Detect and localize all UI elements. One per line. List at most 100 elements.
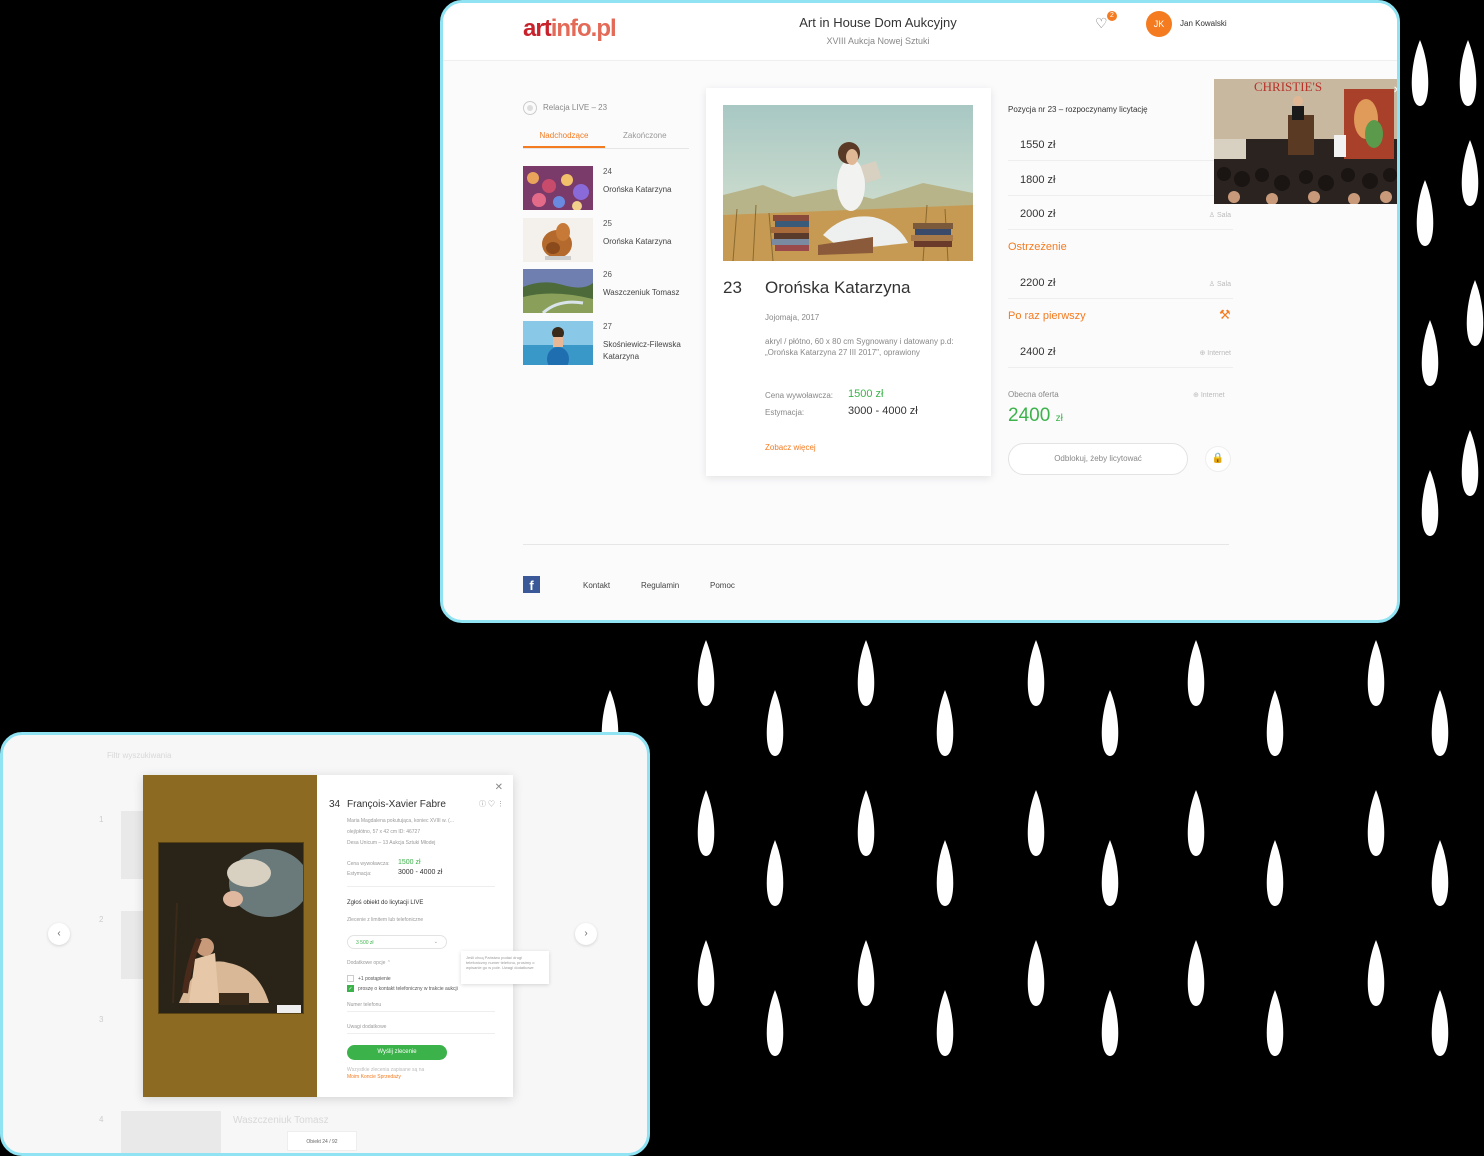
raindrop-shape	[1266, 840, 1284, 906]
raindrop-shape	[1367, 940, 1385, 1006]
favorites-badge: 2	[1107, 11, 1117, 21]
current-offer-value: 2400 zł	[1008, 405, 1063, 426]
background-row-thumb	[121, 1111, 221, 1153]
close-icon[interactable]: ✕	[495, 782, 503, 793]
lot-artist: Orońska Katarzyna	[603, 185, 672, 194]
option-label-increment: +1 postąpienie	[358, 976, 391, 982]
start-price-label: Cena wywoławcza:	[765, 391, 834, 400]
prev-arrow-icon[interactable]: ‹	[48, 923, 70, 945]
info-icon[interactable]: ⓘ	[479, 801, 486, 808]
user-avatar[interactable]: JK	[1146, 11, 1172, 37]
next-arrow-icon[interactable]: ›	[575, 923, 597, 945]
tab-finished[interactable]: Zakończone	[623, 131, 667, 140]
bidding-status-title: Pozycja nr 23 – rozpoczynamy licytację	[1008, 105, 1148, 114]
lot-thumbnail	[523, 218, 593, 262]
lot-artist: Skośniewicz-Filewska Katarzyna	[603, 340, 681, 361]
raindrop-shape	[1461, 430, 1479, 496]
modal-divider	[347, 886, 495, 887]
bid-row: 2000 zł ♙ Sala	[1008, 196, 1233, 230]
raindrop-shape	[1101, 840, 1119, 906]
raindrop-shape	[1431, 840, 1449, 906]
tab-upcoming[interactable]: Nadchodzące	[523, 131, 605, 148]
user-name[interactable]: Jan Kowalski	[1180, 19, 1227, 28]
close-icon[interactable]: ✕	[1393, 85, 1397, 96]
start-price-value: 1500 zł	[848, 388, 884, 400]
raindrop-shape	[857, 940, 875, 1006]
live-order-heading: Zgłoś obiekt do licytacji LIVE	[347, 900, 424, 906]
field-underline	[347, 1033, 495, 1034]
background-row-number: 2	[99, 915, 104, 924]
footer-link-contact[interactable]: Kontakt	[583, 581, 610, 590]
more-icon[interactable]: ⋮	[497, 801, 504, 808]
unlock-bidding-button[interactable]: Odblokuj, żeby licytować	[1008, 443, 1188, 475]
globe-icon: ⊕	[1193, 392, 1201, 399]
list-item[interactable]: 25 Orońska Katarzyna	[523, 218, 693, 262]
raindrop-shape	[1187, 640, 1205, 706]
background-filter-header: Filtr wyszukiwania	[107, 751, 172, 760]
footer-divider	[523, 544, 1229, 545]
live-relay-indicator[interactable]: Relacja LIVE – 23	[523, 101, 607, 115]
christies-sign: CHRISTIE'S	[1254, 79, 1322, 94]
lot-number: 25	[603, 219, 612, 228]
person-icon: ♙	[1208, 212, 1217, 219]
raindrop-shape	[1459, 40, 1477, 106]
lot-thumbnail	[523, 166, 593, 210]
raindrop-shape	[1431, 690, 1449, 756]
lot-thumbnail	[523, 321, 593, 365]
see-more-link[interactable]: Zobacz więcej	[765, 443, 816, 452]
artinfo-logo[interactable]: artinfo.pl	[523, 15, 617, 43]
screenshot-stage: artinfo.pl Art in House Dom Aukcyjny XVI…	[0, 0, 1484, 1156]
lot-artist: Waszczeniuk Tomasz	[603, 288, 680, 297]
live-video-stream[interactable]: CHRISTIE'S	[1214, 79, 1397, 204]
raindrop-shape	[1461, 140, 1479, 206]
field-underline	[347, 1011, 495, 1012]
footer-link-help[interactable]: Pomoc	[710, 581, 735, 590]
gavel-icon: ⚒	[1219, 307, 1231, 322]
raindrop-shape	[766, 840, 784, 906]
phone-number-field[interactable]: Numer telefonu	[347, 1002, 381, 1008]
send-order-button[interactable]: Wyślij zlecenie	[347, 1045, 447, 1060]
my-account-link[interactable]: Moim Koncie Sprzedaży	[347, 1074, 401, 1080]
bid-row: 1800 zł✆ Te	[1008, 162, 1233, 196]
list-item[interactable]: 26 Waszczeniuk Tomasz	[523, 269, 693, 313]
option-label-phone: proszę o kontakt telefoniczny w trakcie …	[358, 986, 458, 992]
raindrop-shape	[1101, 690, 1119, 756]
additional-options-toggle[interactable]: Dodatkowe opcje ⌃	[347, 960, 391, 966]
lot-thumbnail	[523, 269, 593, 313]
facebook-icon[interactable]: f	[523, 576, 540, 593]
limit-amount-select[interactable]: 3 500 zł ⌄	[347, 935, 447, 949]
raindrop-shape	[766, 990, 784, 1056]
background-row-number: 4	[99, 1115, 104, 1124]
list-item[interactable]: 24 Orońska Katarzyna	[523, 166, 693, 210]
notes-field[interactable]: Uwagi dodatkowe	[347, 1024, 386, 1030]
background-artist: Waszczeniuk Tomasz	[233, 1115, 329, 1126]
lock-icon[interactable]: 🔒	[1205, 446, 1231, 472]
raindrop-shape	[936, 990, 954, 1056]
current-lot-card: 23 Orońska Katarzyna Jojomaja, 2017 akry…	[706, 88, 991, 476]
phone-tooltip: Jeśli chcą Państwo podać drugi telefonic…	[461, 951, 549, 984]
live-auction-window: artinfo.pl Art in House Dom Aukcyjny XVI…	[440, 0, 1400, 623]
raindrop-shape	[857, 640, 875, 706]
lot-artwork-image[interactable]	[723, 105, 973, 261]
footer-link-terms[interactable]: Regulamin	[641, 581, 679, 590]
bid-row: 2200 zł ♙ Sala	[1008, 265, 1233, 299]
auction-house-title: Art in House Dom Aukcyjny	[799, 15, 957, 30]
modal-meta-auction: Desa Unicum – 13 Aukcja Sztuki Młodej	[347, 840, 436, 846]
modal-meta-title: Maria Magdalena pokutująca, koniec XVIII…	[347, 818, 454, 824]
list-item[interactable]: 27 Skośniewicz-Filewska Katarzyna	[523, 321, 693, 365]
option-checkbox-phone[interactable]: ✓	[347, 985, 354, 992]
option-checkbox-increment[interactable]	[347, 975, 354, 982]
logo-part-art: art	[523, 15, 552, 42]
heart-icon[interactable]: ♡	[488, 801, 495, 808]
live-dot-icon	[523, 101, 537, 115]
bid-value: 2000 zł	[1020, 208, 1056, 220]
bid-value: 1800 zł	[1020, 174, 1056, 186]
modal-lot-number: 34	[329, 799, 341, 810]
bid-value: 2400 zł	[1020, 346, 1056, 358]
raindrop-shape	[1266, 690, 1284, 756]
raindrop-shape	[1421, 320, 1439, 386]
modal-artwork-image[interactable]	[158, 842, 304, 1014]
heart-icon[interactable]: ♡	[1095, 15, 1108, 32]
lot-number: 24	[603, 167, 612, 176]
bid-source: ♙ Sala	[1208, 281, 1231, 288]
